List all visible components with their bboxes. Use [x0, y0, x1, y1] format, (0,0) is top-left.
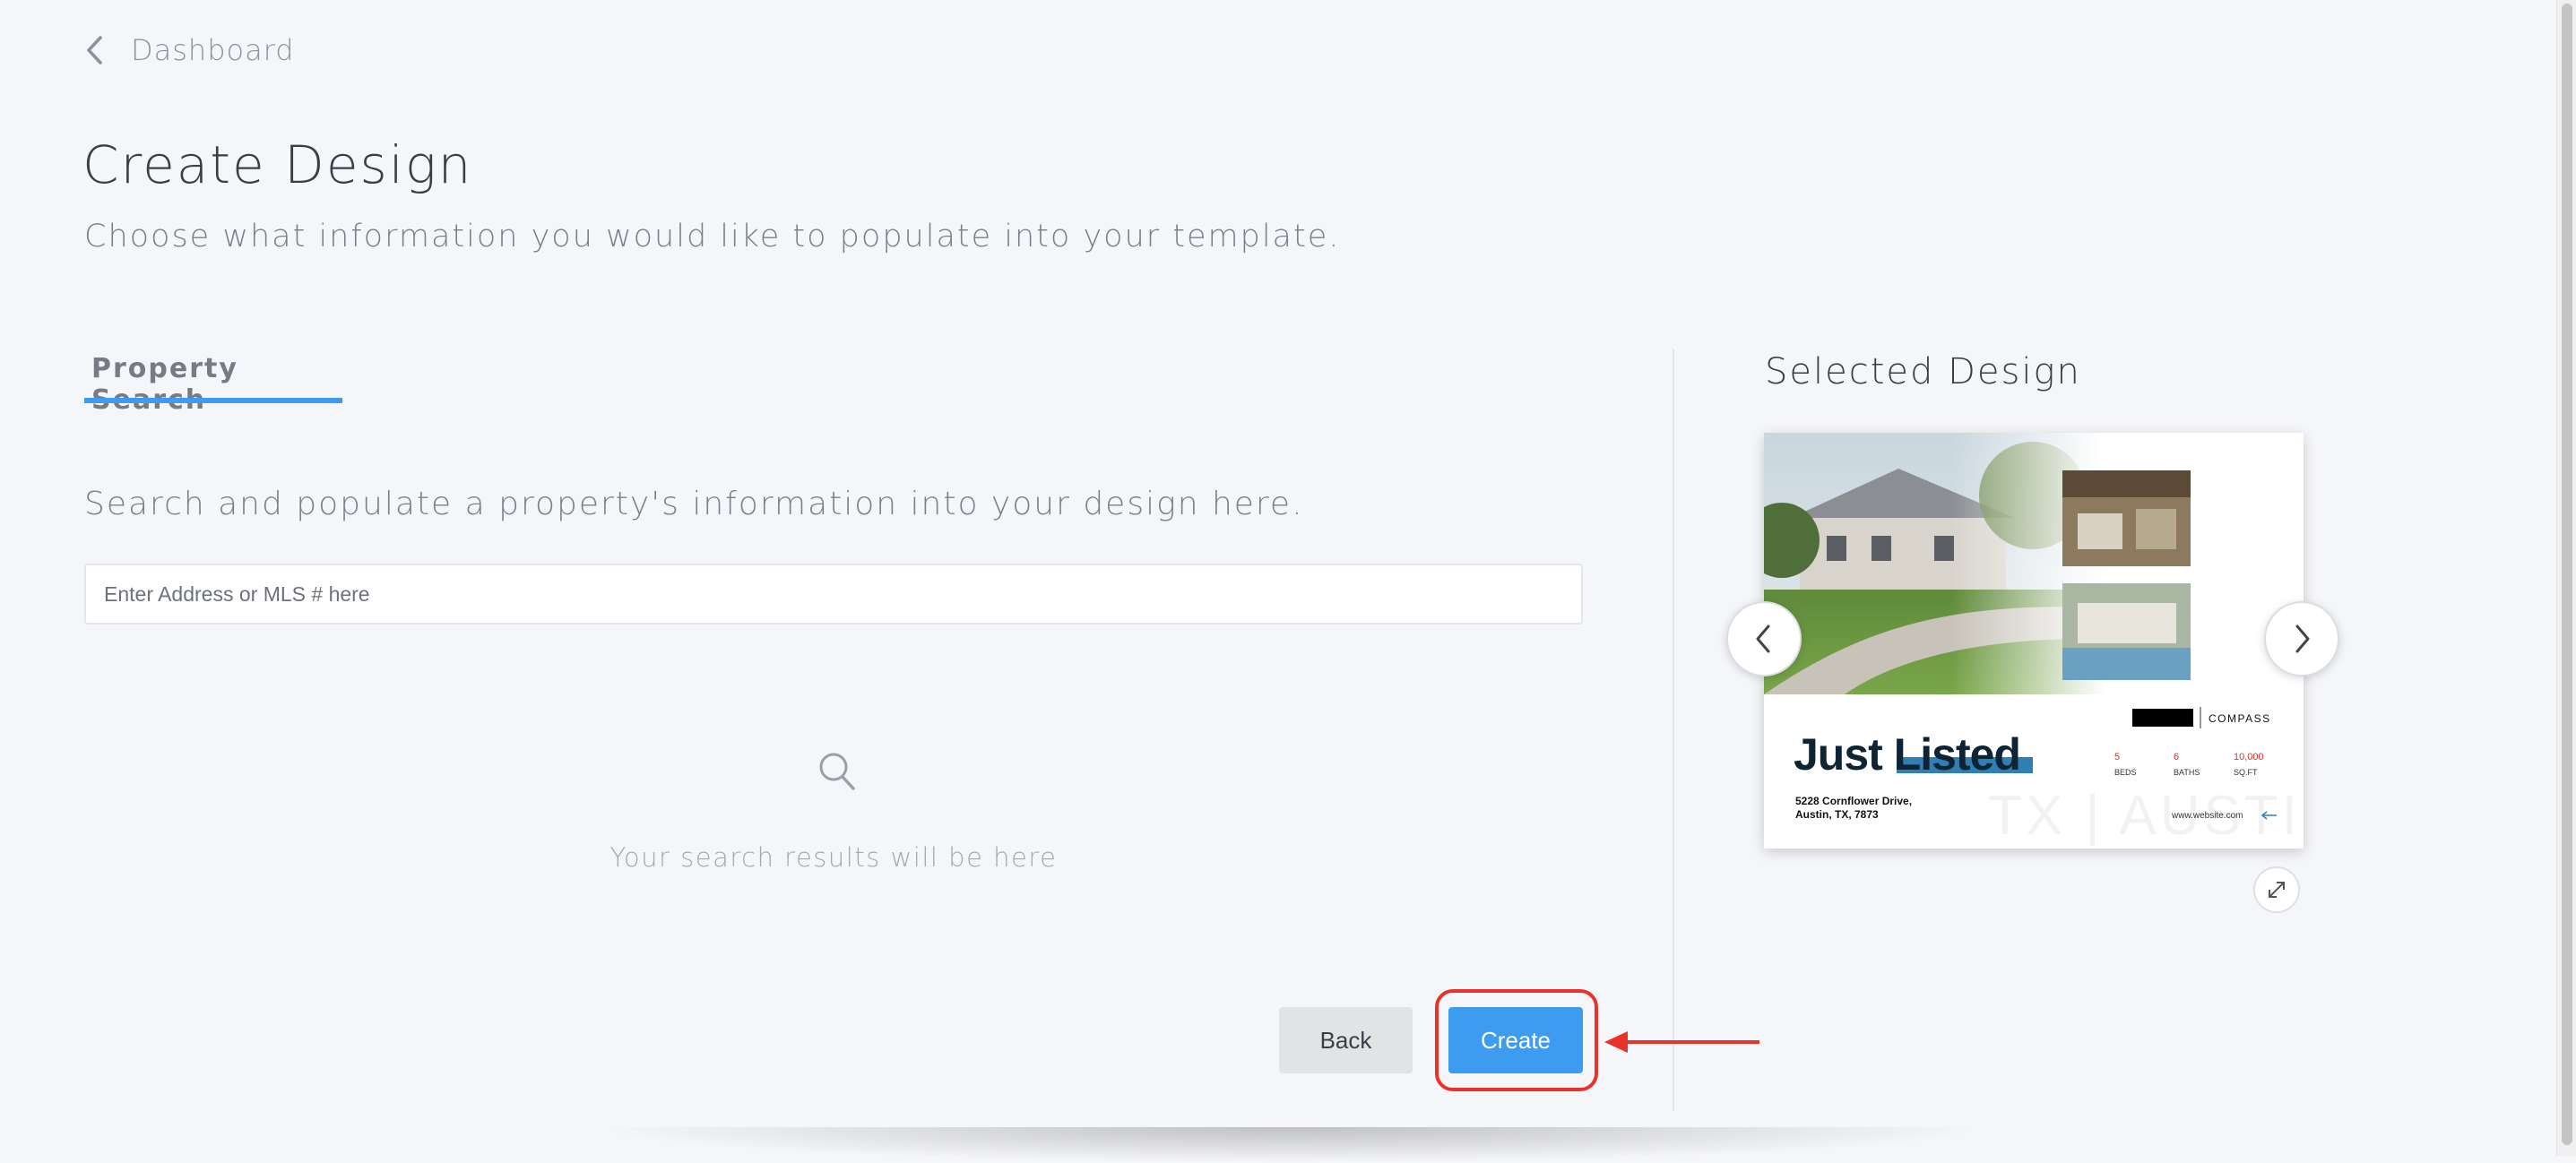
expand-preview-button[interactable]: [2253, 866, 2300, 913]
search-empty-state: Your search results will be here: [609, 842, 1058, 873]
page-subtitle: Choose what information you would like t…: [84, 219, 1341, 254]
back-button[interactable]: Back: [1279, 1007, 1413, 1073]
chevron-left-icon: [87, 36, 102, 65]
tab-label: Property Search: [91, 353, 238, 416]
panel-divider: [1673, 349, 1674, 1111]
page-title: Create Design: [82, 134, 473, 195]
brand-logo-text: COMPASS: [2209, 712, 2271, 725]
design-preview-image: COMPASS Just Listed 5 BEDS 6 BATHS 10,00…: [1764, 433, 2304, 847]
preview-watermark: TX | AUSTIN: [1988, 785, 2304, 847]
stat-value: 10,000: [2234, 752, 2264, 762]
scrollbar-thumb[interactable]: [2562, 4, 2572, 1145]
design-preview-card: COMPASS Just Listed 5 BEDS 6 BATHS 10,00…: [1764, 433, 2304, 849]
stat-label: BATHS: [2174, 768, 2200, 777]
stat-label: BEDS: [2114, 768, 2137, 777]
stat-value: 6: [2174, 752, 2179, 762]
stat-label: SQ.FT: [2234, 768, 2258, 777]
bottom-shadow: [592, 1127, 1990, 1163]
previous-design-button[interactable]: [1726, 601, 1802, 676]
selected-design-title: Selected Design: [1765, 351, 2081, 392]
tab-active-indicator: [84, 398, 342, 403]
arrow-left-icon: [1604, 1031, 1759, 1053]
preview-headline: Just Listed: [1794, 729, 2020, 780]
expand-icon: [2269, 882, 2285, 898]
preview-website: www.website.com: [2171, 811, 2243, 821]
chevron-left-icon: [1756, 625, 1770, 653]
search-icon: [819, 753, 855, 790]
next-design-button[interactable]: [2264, 601, 2339, 676]
preview-address-line1: 5228 Cornflower Drive,: [1795, 795, 1912, 807]
back-to-dashboard-link[interactable]: Dashboard: [82, 27, 295, 73]
preview-address-line2: Austin, TX, 7873: [1795, 808, 1879, 821]
tab-property-search[interactable]: Property Search: [84, 346, 342, 416]
search-description: Search and populate a property's informa…: [84, 486, 1304, 522]
chevron-right-icon: [2295, 625, 2310, 653]
create-button-highlight: [1435, 989, 1598, 1091]
back-link-label: Dashboard: [131, 33, 295, 67]
stat-value: 5: [2114, 752, 2120, 762]
address-search-input[interactable]: [84, 564, 1583, 625]
